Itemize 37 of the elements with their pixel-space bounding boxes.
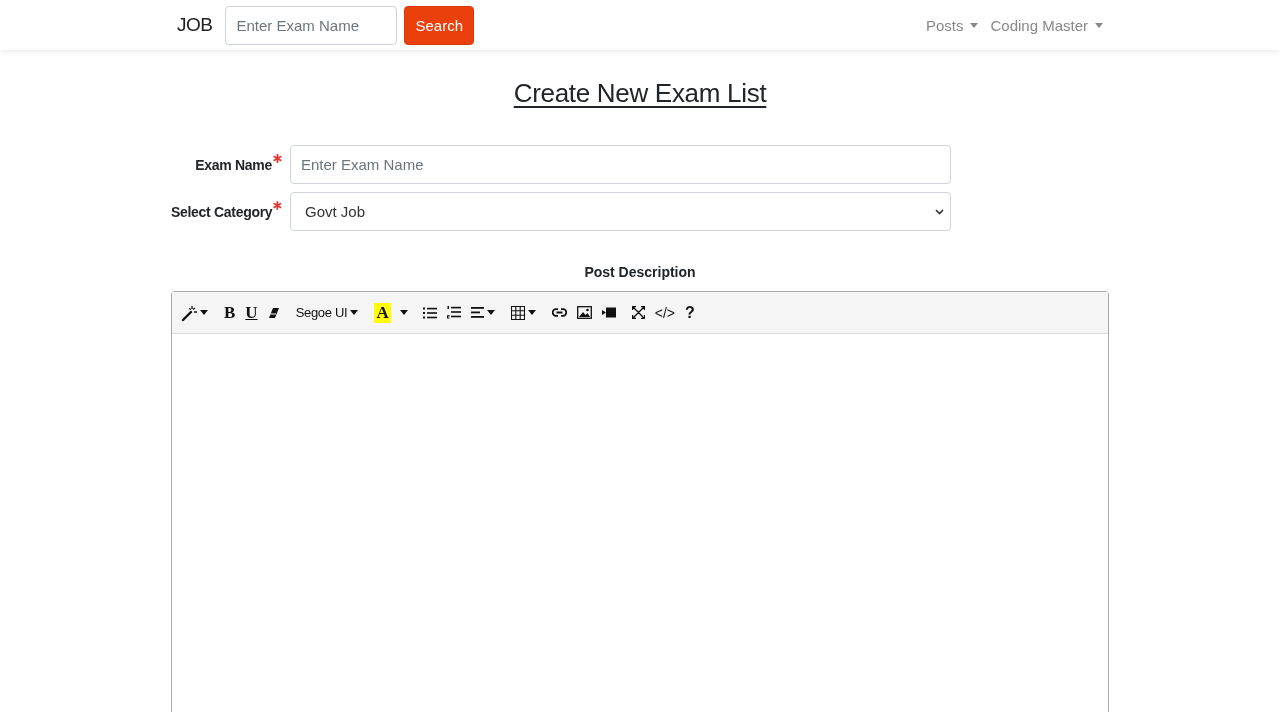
caret-icon — [350, 310, 359, 315]
menu-link[interactable]: Posts — [925, 16, 979, 34]
page-heading: Create New Exam List — [512, 78, 768, 109]
menu-link[interactable]: Coding Master — [990, 16, 1103, 34]
link-icon — [551, 308, 567, 317]
search-button[interactable]: Search — [404, 5, 474, 45]
video-icon — [601, 307, 616, 318]
font-family-button[interactable]: Segoe UI — [290, 297, 364, 328]
caret-icon — [200, 310, 208, 315]
text-color-button[interactable]: A — [369, 297, 396, 328]
align-left-icon — [470, 307, 484, 318]
magic-wand-icon — [181, 304, 197, 321]
table-icon — [510, 305, 525, 320]
image-icon — [576, 306, 592, 319]
code-view-button[interactable]: </> — [649, 297, 680, 328]
bold-button[interactable]: B — [219, 297, 241, 328]
chevron-down-icon — [935, 208, 944, 215]
field-label: Select Category — [171, 203, 282, 220]
numbered-list-icon — [446, 306, 461, 319]
field-label: Exam Name — [171, 156, 282, 173]
text-field[interactable]: Enter Exam Name — [290, 145, 951, 184]
field-label: Post Description — [583, 264, 697, 280]
caret-icon — [970, 22, 979, 28]
help-button[interactable]: ? — [679, 297, 700, 328]
brand-link[interactable]: JOB — [177, 14, 213, 36]
bullet-list-icon — [422, 306, 437, 319]
required-asterisk-icon — [273, 200, 282, 210]
underline-button[interactable]: U — [240, 297, 263, 328]
fullscreen-icon — [631, 306, 645, 319]
category-dropdown[interactable]: Govt Job — [290, 192, 951, 231]
caret-icon — [399, 310, 408, 315]
caret-icon — [527, 310, 536, 315]
required-asterisk-icon — [273, 153, 282, 163]
caret-icon — [486, 310, 495, 315]
search-field[interactable]: Enter Exam Name — [225, 5, 398, 45]
caret-icon — [1095, 22, 1103, 28]
eraser-icon — [267, 306, 280, 319]
